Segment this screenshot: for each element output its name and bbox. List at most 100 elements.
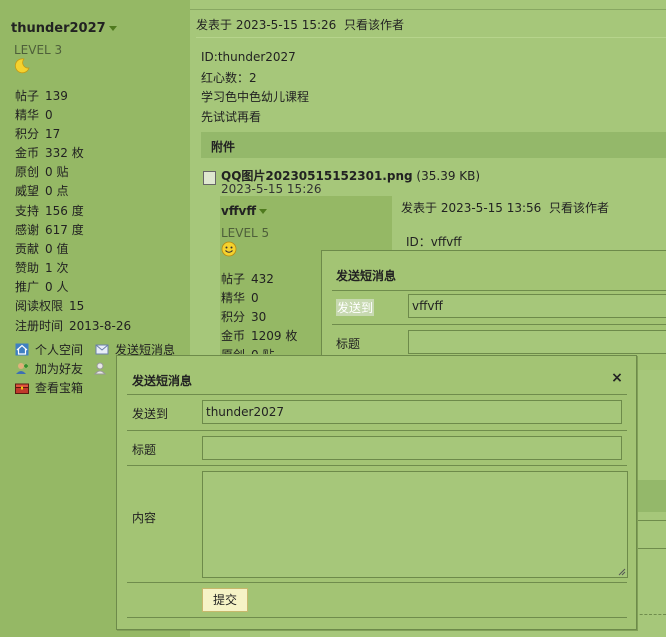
space-link[interactable]: 个人空间 [15, 343, 83, 357]
subject-label: 标题 [132, 443, 157, 457]
stat-value: 0 值 [45, 242, 69, 256]
treasure-text: 查看宝箱 [35, 381, 84, 395]
stat-value: 0 人 [45, 280, 69, 294]
moon-rank-icon [14, 58, 30, 74]
top-divider [190, 9, 666, 10]
user-icon [93, 362, 107, 375]
stat-label: 精华 [15, 108, 40, 122]
add-friend-text: 加为好友 [35, 362, 84, 376]
action-row: 查看宝箱 [15, 379, 83, 396]
add-friend-link[interactable]: 加为好友 [15, 362, 83, 376]
nested-stat-row: 帖子 432 [221, 270, 274, 287]
dialog-separator [127, 430, 627, 431]
stat-row: 阅读权限 15 [15, 297, 84, 314]
stat-value: 0 贴 [45, 165, 69, 179]
dialog-separator [332, 290, 666, 291]
attachment-file-size: (35.39 KB) [416, 169, 481, 183]
dialog-title: 发送短消息 [132, 374, 193, 388]
dialog-title: 发送短消息 [336, 269, 397, 283]
smiley-rank-icon [221, 241, 237, 257]
subject-field[interactable] [408, 330, 666, 354]
post-line: ID:thunder2027 [201, 50, 296, 64]
stat-label: 贡献 [15, 242, 40, 256]
image-file-icon [203, 171, 216, 185]
send-message-dialog-back: 发送短消息 发送到 vffvff 标题 [321, 250, 666, 372]
send-message-dialog: 发送短消息 × 发送到 thunder2027 标题 内容 提交 [116, 355, 637, 630]
stat-row: 金币 332 枚 [15, 144, 84, 161]
send-to-field[interactable]: vffvff [408, 294, 666, 318]
dialog-separator [332, 324, 666, 325]
stat-row: 推广 0 人 [15, 278, 68, 295]
send-to-label: 发送到 [132, 407, 169, 421]
stat-row: 赞助 1 次 [15, 259, 68, 276]
nested-username-link[interactable]: vffvff [221, 204, 268, 218]
treasure-chest-icon [15, 383, 29, 394]
attachment-header: 附件 [201, 132, 666, 158]
stat-value: 30 [251, 310, 267, 324]
dropdown-triangle-icon[interactable] [108, 26, 117, 31]
stat-value: 0 [251, 291, 259, 305]
stat-label: 原创 [15, 165, 40, 179]
stat-value: 156 度 [45, 204, 84, 218]
meta-divider [196, 37, 666, 38]
user-level: LEVEL 3 [14, 43, 63, 57]
stat-label: 注册时间 [15, 319, 64, 333]
post-line: 红心数：2 [201, 71, 257, 85]
stat-row: 精华 0 [15, 106, 53, 123]
stat-value: 1209 枚 [251, 329, 298, 343]
resize-handle-icon[interactable] [618, 568, 626, 576]
dropdown-triangle-icon[interactable] [259, 209, 268, 214]
attachment-header-label: 附件 [211, 140, 236, 154]
nested-stat-row: 精华 0 [221, 289, 259, 306]
post-line: 先试试再看 [201, 110, 262, 124]
space-link-text: 个人空间 [35, 343, 84, 357]
dialog-separator [127, 617, 627, 618]
stat-label: 原创 [221, 346, 245, 354]
stat-row: 支持 156 度 [15, 202, 84, 219]
stat-value: 332 枚 [45, 146, 84, 160]
stat-label: 帖子 [221, 272, 246, 286]
stat-row: 贡献 0 值 [15, 240, 68, 257]
stat-label: 帖子 [15, 89, 40, 103]
stat-label: 威望 [15, 184, 40, 198]
stat-label: 积分 [15, 127, 40, 141]
stat-value: 1 次 [45, 261, 69, 275]
stat-value: 0 [45, 108, 53, 122]
nested-post-meta: 发表于 2023-5-15 13:56 只看该作者 [401, 201, 609, 215]
subject-field[interactable] [202, 436, 622, 460]
stat-row: 积分 17 [15, 125, 60, 142]
action-row: 加为好友 [15, 360, 113, 377]
attachment-file-link[interactable]: QQ图片20230515152301.png [221, 169, 413, 183]
message-icon [95, 344, 109, 355]
dialog-separator [127, 394, 627, 395]
content-textarea[interactable] [202, 471, 628, 578]
stat-row: 感谢 617 度 [15, 221, 84, 238]
send-to-field[interactable]: thunder2027 [202, 400, 622, 424]
nested-username-text: vffvff [221, 204, 257, 218]
home-icon [15, 343, 29, 356]
send-to-label: 发送到 [336, 299, 375, 316]
stat-row: 注册时间 2013-8-26 [15, 317, 131, 334]
stat-value: 432 [251, 272, 274, 286]
dialog-separator [127, 465, 627, 466]
username-text: thunder2027 [11, 21, 106, 36]
subject-label: 标题 [336, 337, 361, 351]
close-icon[interactable]: × [610, 371, 624, 385]
stat-label: 推广 [15, 280, 40, 294]
stat-label: 金币 [15, 146, 40, 160]
stat-label: 金币 [221, 329, 246, 343]
stat-label: 积分 [221, 310, 246, 324]
attachment-date: 2023-5-15 15:26 [221, 182, 322, 196]
nested-stat-row: 原创 0 贴 [221, 346, 274, 354]
stat-label: 赞助 [15, 261, 40, 275]
stat-label: 阅读权限 [15, 299, 64, 313]
treasure-link[interactable]: 查看宝箱 [15, 381, 83, 395]
post-meta: 发表于 2023-5-15 15:26 只看该作者 [196, 18, 404, 32]
stat-row: 原创 0 贴 [15, 163, 68, 180]
username-link[interactable]: thunder2027 [11, 21, 117, 36]
nested-post-id: ID：vffvff [406, 235, 462, 249]
stat-label: 精华 [221, 291, 246, 305]
dialog-separator [127, 582, 627, 583]
submit-button[interactable]: 提交 [202, 588, 248, 612]
post-line: 学习色中色幼儿课程 [201, 90, 310, 104]
